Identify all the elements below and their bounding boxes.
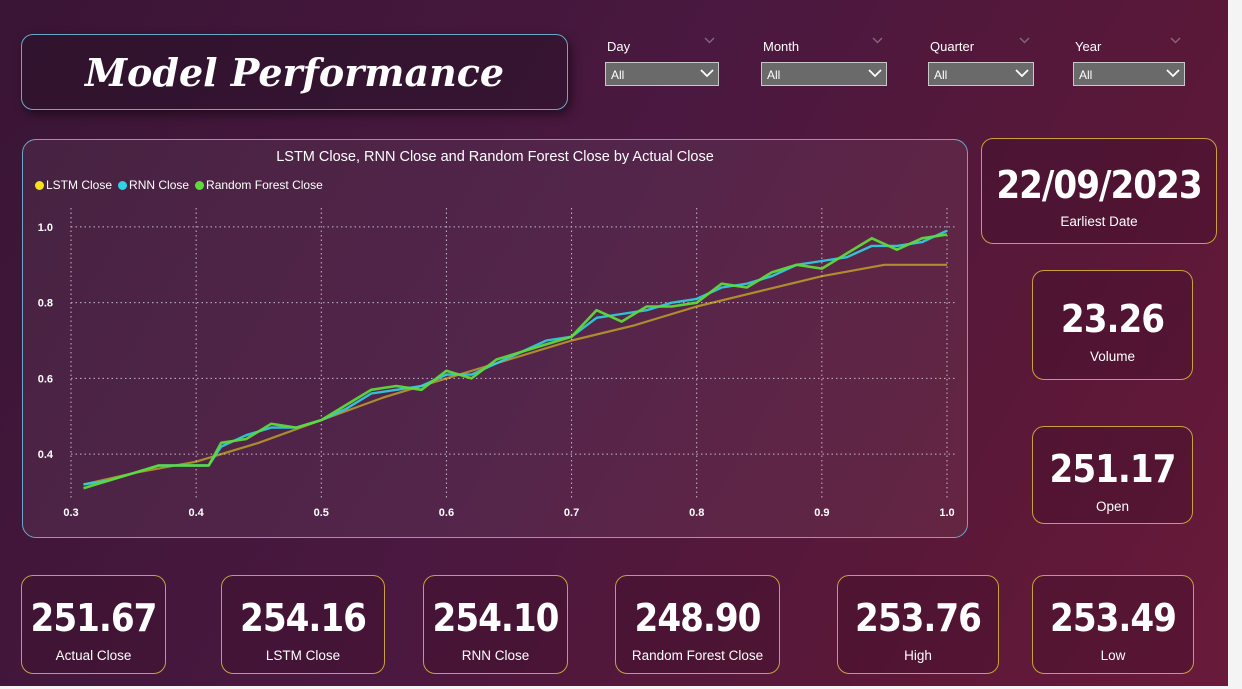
x-tick-label: 0.8 <box>689 507 704 519</box>
slicer-month-label: Month <box>763 39 800 54</box>
slicer-day-collapse-icon[interactable] <box>704 37 715 44</box>
legend-label-lstm: LSTM Close <box>46 178 113 192</box>
kpi-high-value: 253.76 <box>855 596 982 640</box>
slicer-quarter-dropdown[interactable]: All <box>928 62 1034 86</box>
series-line-random-forest[interactable] <box>83 233 948 490</box>
legend-dot-random-forest <box>195 180 205 190</box>
y-tick-label: 1.0 <box>38 222 53 234</box>
legend-item-lstm[interactable]: LSTM Close <box>35 178 112 192</box>
kpi-actual-close-value: 251.67 <box>30 596 158 640</box>
x-tick-label: 0.9 <box>814 507 829 519</box>
slicer-quarter-value: All <box>934 68 948 82</box>
kpi-volume-value: 23.26 <box>1060 297 1165 341</box>
legend-item-random-forest[interactable]: Random Forest Close <box>195 178 323 192</box>
chevron-down-icon <box>868 69 882 78</box>
kpi-earliest-date-label: Earliest Date <box>1060 214 1138 229</box>
kpi-open-label: Open <box>1095 499 1130 514</box>
slicer-month-collapse-icon[interactable] <box>872 37 883 44</box>
kpi-random-forest-close-label: Random Forest Close <box>631 648 764 663</box>
slicer-month-value: All <box>767 68 781 82</box>
page-title: Model Performance <box>84 49 505 95</box>
kpi-card-random-forest-close: 248.90 Random Forest Close <box>615 575 780 674</box>
slicer-day-label: Day <box>607 39 631 54</box>
legend-label-random-forest: Random Forest Close <box>206 178 323 192</box>
kpi-card-low: 253.49 Low <box>1032 575 1194 674</box>
chevron-down-icon <box>1166 69 1180 78</box>
x-tick-label: 0.7 <box>564 507 579 519</box>
kpi-card-open: 251.17 Open <box>1032 426 1193 524</box>
kpi-card-volume: 23.26 Volume <box>1032 270 1193 380</box>
legend-dot-rnn <box>118 180 128 190</box>
slicer-year-label: Year <box>1075 39 1102 54</box>
kpi-card-rnn-close: 254.10 RNN Close <box>423 575 568 674</box>
kpi-actual-close-label: Actual Close <box>55 648 132 663</box>
title-card: Model Performance <box>21 34 568 110</box>
kpi-random-forest-close-value: 248.90 <box>634 596 762 640</box>
x-tick-label: 0.5 <box>314 507 329 519</box>
window-frame-right <box>1228 0 1242 689</box>
legend-item-rnn[interactable]: RNN Close <box>118 178 189 192</box>
x-tick-label: 0.3 <box>63 507 78 519</box>
line-chart-visual[interactable]: 0.3 0.4 0.5 0.6 0.7 0.8 0.9 1.0 0.4 0.6 0.8 1.0 LST… <box>22 139 968 538</box>
legend-label-rnn: RNN Close <box>129 178 190 192</box>
kpi-rnn-close-label: RNN Close <box>461 648 530 663</box>
kpi-high-label: High <box>904 648 932 663</box>
slicer-year-value: All <box>1079 68 1093 82</box>
chart-title: LSTM Close, RNN Close and Random Forest … <box>276 149 714 165</box>
kpi-low-value: 253.49 <box>1050 596 1177 640</box>
slicer-year-collapse-icon[interactable] <box>1170 37 1181 44</box>
kpi-lstm-close-value: 254.16 <box>240 596 367 640</box>
y-tick-label: 0.4 <box>38 449 54 461</box>
slicer-quarter-label: Quarter <box>930 39 975 54</box>
kpi-lstm-close-label: LSTM Close <box>265 648 341 663</box>
slicer-month-dropdown[interactable]: All <box>761 62 887 86</box>
slicer-year-dropdown[interactable]: All <box>1073 62 1185 86</box>
chart-legend: LSTM Close RNN Close Random Forest Close <box>35 178 323 192</box>
slicer-day-dropdown[interactable]: All <box>605 62 719 86</box>
x-tick-label: 1.0 <box>939 507 954 519</box>
slicer-quarter-collapse-icon[interactable] <box>1019 37 1030 44</box>
kpi-low-label: Low <box>1100 648 1126 663</box>
kpi-earliest-date-value: 22/09/2023 <box>996 163 1202 207</box>
series-line-lstm[interactable] <box>83 263 948 486</box>
kpi-open-value: 251.17 <box>1049 447 1177 491</box>
kpi-card-lstm-close: 254.16 LSTM Close <box>221 575 385 674</box>
kpi-card-high: 253.76 High <box>837 575 999 674</box>
kpi-rnn-close-value: 254.10 <box>432 596 560 640</box>
legend-dot-lstm <box>35 180 44 190</box>
kpi-volume-label: Volume <box>1089 349 1136 364</box>
slicer-day-value: All <box>611 68 625 82</box>
y-tick-label: 0.8 <box>38 298 53 310</box>
x-tick-label: 0.4 <box>188 507 204 519</box>
line-chart: 0.3 0.4 0.5 0.6 0.7 0.8 0.9 1.0 0.4 0.6 0.8 1.0 <box>38 208 955 519</box>
chevron-down-icon <box>700 69 714 78</box>
kpi-card-earliest-date: 22/09/2023 Earliest Date <box>981 138 1217 244</box>
kpi-card-actual-close: 251.67 Actual Close <box>21 575 166 674</box>
x-tick-label: 0.6 <box>439 507 454 519</box>
y-tick-label: 0.6 <box>38 373 53 385</box>
chevron-down-icon <box>1015 69 1029 78</box>
